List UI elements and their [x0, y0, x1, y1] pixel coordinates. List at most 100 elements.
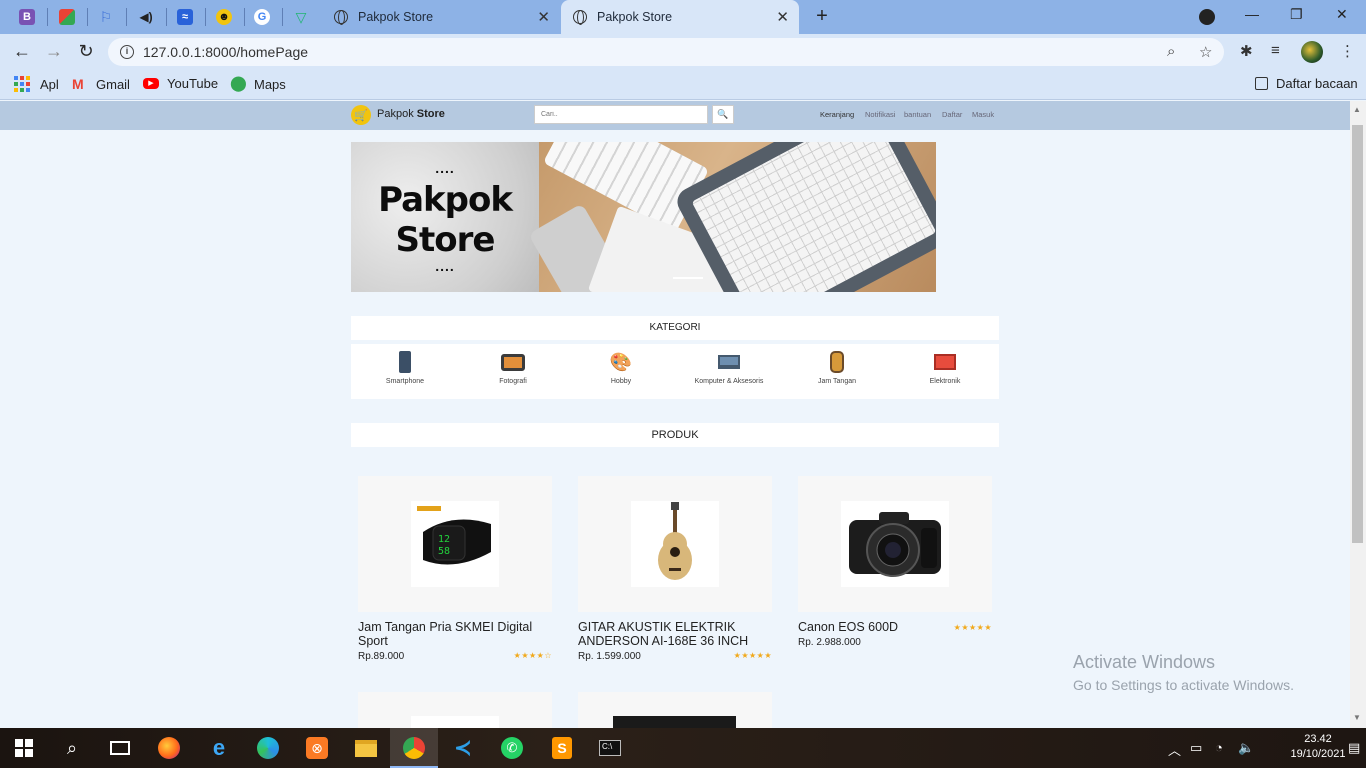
site-brand[interactable]: Pakpok Store: [377, 108, 445, 120]
clock-time: 23.42: [1304, 733, 1332, 745]
edge-legacy-icon[interactable]: e: [207, 735, 231, 760]
product-name[interactable]: Jam Tangan Pria SKMEI Digital Sport: [358, 620, 552, 648]
scroll-up-icon[interactable]: ▲: [1353, 105, 1361, 114]
search-input[interactable]: [534, 105, 708, 124]
tablet-image: [672, 142, 936, 292]
search-icon[interactable]: ⌕: [60, 736, 84, 760]
address-url[interactable]: 127.0.0.1:8000/homePage: [143, 44, 308, 60]
product-image-box[interactable]: [578, 476, 772, 612]
edge-icon[interactable]: [256, 736, 280, 760]
banner-dots-bottom: ....: [435, 258, 455, 274]
windows-start-icon[interactable]: [12, 736, 36, 760]
pinned-tab-8[interactable]: ▽: [282, 5, 320, 29]
brand-bold: Store: [416, 108, 445, 120]
product-card[interactable]: GITAR AKUSTIK ELEKTRIK ANDERSON AI-168E …: [578, 476, 772, 662]
cart-logo-icon[interactable]: 🛒: [351, 105, 371, 125]
tab-pakpok-1[interactable]: Pakpok Store ✕: [322, 0, 560, 34]
reload-icon[interactable]: ↻: [75, 41, 97, 62]
vscode-icon[interactable]: ≺: [451, 735, 475, 760]
category-komputer[interactable]: Komputer & Aksesoris: [675, 350, 783, 385]
bookmark-youtube[interactable]: ▶ YouTube: [143, 76, 218, 91]
nav-masuk[interactable]: Masuk: [972, 110, 994, 119]
new-tab-icon[interactable]: +: [812, 5, 832, 28]
battery-icon[interactable]: ▭: [1190, 740, 1202, 756]
banner-title-line2: Store: [395, 220, 496, 260]
product-card[interactable]: [578, 692, 772, 732]
bookmarks-bar: Apl M Gmail ▶ YouTube ⬤ Maps Daftar baca…: [0, 70, 1366, 100]
wifi-icon[interactable]: ◔: [1215, 740, 1223, 755]
pinned-tab-4[interactable]: ◀): [127, 5, 165, 29]
bookmark-apps[interactable]: Apl: [14, 76, 59, 92]
menu-icon[interactable]: ⋮: [1340, 42, 1355, 60]
nav-keranjang[interactable]: Keranjang: [820, 110, 854, 119]
close-tab-icon[interactable]: ✕: [537, 8, 550, 26]
minimize-icon[interactable]: —: [1245, 6, 1259, 22]
product-price-row: Rp.89.000 ★★★★☆: [358, 651, 552, 662]
watermark-title: Activate Windows: [1073, 652, 1216, 672]
pinned-tab-6[interactable]: ☻: [205, 5, 243, 29]
nav-daftar[interactable]: Daftar: [942, 110, 962, 119]
speaker-icon: ◀): [139, 10, 153, 24]
category-fotografi[interactable]: Fotografi: [459, 350, 567, 385]
notifications-icon[interactable]: ▤: [1348, 740, 1360, 756]
file-explorer-icon[interactable]: [354, 736, 378, 760]
reading-list-button[interactable]: Daftar bacaan: [1255, 76, 1358, 91]
product-price-row: Rp. 2.988.000 ★★★★★: [798, 623, 992, 648]
tab-search-icon[interactable]: [1199, 9, 1215, 25]
search-button[interactable]: 🔍: [712, 105, 734, 124]
product-card[interactable]: 12 58 Jam Tangan Pria SKMEI Digital Spor…: [358, 476, 552, 662]
whatsapp-icon[interactable]: ✆: [500, 736, 524, 760]
product-image-box[interactable]: 12 58: [358, 476, 552, 612]
category-label: Fotografi: [499, 378, 527, 385]
category-hobby[interactable]: 🎨 Hobby: [567, 350, 675, 386]
task-view-icon[interactable]: [108, 736, 132, 760]
product-card[interactable]: [358, 692, 552, 732]
taskbar-clock[interactable]: 23.42 19/10/2021: [1290, 732, 1346, 762]
firefox-icon[interactable]: [157, 736, 181, 760]
category-elektronik[interactable]: Elektronik: [891, 350, 999, 385]
category-jam-tangan[interactable]: Jam Tangan: [783, 350, 891, 385]
forward-icon[interactable]: →: [43, 41, 65, 62]
media-queue-icon[interactable]: ≡: [1271, 42, 1280, 59]
sublime-text-icon[interactable]: S: [550, 736, 574, 760]
restore-icon[interactable]: ❐: [1290, 6, 1303, 23]
banner-carousel[interactable]: .... Pakpok Store ....: [351, 142, 936, 292]
site-info-icon[interactable]: i: [120, 45, 134, 59]
scroll-down-icon[interactable]: ▼: [1353, 713, 1361, 722]
nav-notifikasi[interactable]: Notifikasi: [865, 110, 895, 119]
zoom-icon[interactable]: ⌕: [1167, 43, 1175, 60]
volume-icon[interactable]: 🔈: [1238, 740, 1254, 756]
product-card[interactable]: Canon EOS 600D Rp. 2.988.000 ★★★★★: [798, 476, 992, 648]
close-window-icon[interactable]: ✕: [1336, 6, 1348, 23]
produk-heading: PRODUK: [351, 423, 999, 447]
pinned-tab-bootstrap[interactable]: B: [8, 5, 46, 29]
back-icon[interactable]: ←: [11, 41, 33, 62]
tab-pakpok-2[interactable]: Pakpok Store ✕: [561, 0, 799, 34]
product-name[interactable]: GITAR AKUSTIK ELEKTRIK ANDERSON AI-168E …: [578, 620, 772, 648]
tray-chevron-icon[interactable]: ︿: [1168, 740, 1181, 759]
xampp-icon[interactable]: ⊗: [305, 736, 329, 760]
bookmark-maps[interactable]: ⬤ Maps: [230, 76, 286, 92]
bookmark-gmail[interactable]: M Gmail: [72, 76, 130, 92]
mask-icon: ☻: [216, 9, 232, 25]
pinned-tab-2[interactable]: [48, 5, 86, 29]
address-bar[interactable]: i 127.0.0.1:8000/homePage ⌕ ☆: [108, 38, 1224, 66]
category-smartphone[interactable]: Smartphone: [351, 350, 459, 385]
product-image-box[interactable]: [798, 476, 992, 612]
tab-title: Pakpok Store: [597, 10, 673, 24]
monitor-icon: [933, 350, 957, 374]
profile-avatar[interactable]: [1301, 41, 1323, 63]
category-label: Jam Tangan: [817, 378, 856, 385]
scrollbar-thumb[interactable]: [1352, 125, 1363, 543]
bookmark-star-icon[interactable]: ☆: [1199, 43, 1212, 61]
carousel-indicator[interactable]: [673, 277, 703, 279]
pinned-tab-google[interactable]: G: [243, 5, 281, 29]
pinned-tab-3[interactable]: ⚐: [87, 5, 125, 29]
extensions-icon[interactable]: ✱: [1240, 42, 1253, 60]
terminal-icon[interactable]: C:\: [598, 736, 622, 760]
pinned-tab-5[interactable]: ≈: [166, 5, 204, 29]
close-tab-icon[interactable]: ✕: [776, 8, 789, 26]
page-scrollbar[interactable]: ▲ ▼: [1350, 101, 1366, 728]
chrome-icon[interactable]: [402, 736, 426, 760]
nav-bantuan[interactable]: bantuan: [904, 110, 931, 119]
